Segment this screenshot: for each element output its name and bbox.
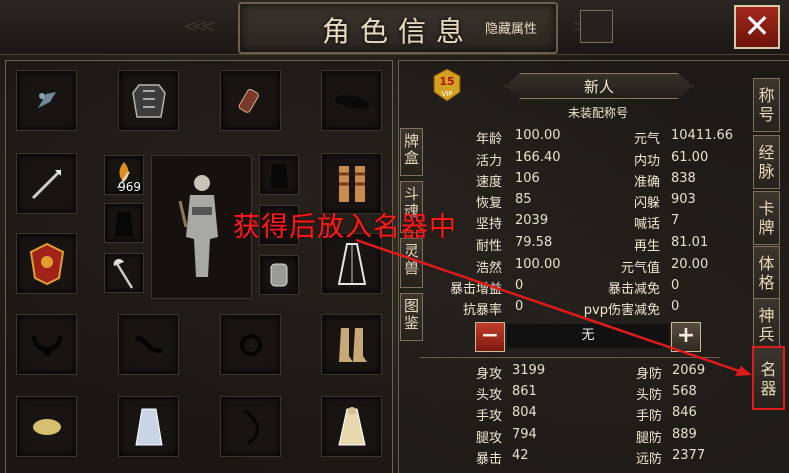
character-info-window: <<< 角色信息 >>> 隐藏属性 ✕ 969 xyxy=(0,0,789,473)
annotation-text: 获得后放入名器中 xyxy=(233,212,457,243)
